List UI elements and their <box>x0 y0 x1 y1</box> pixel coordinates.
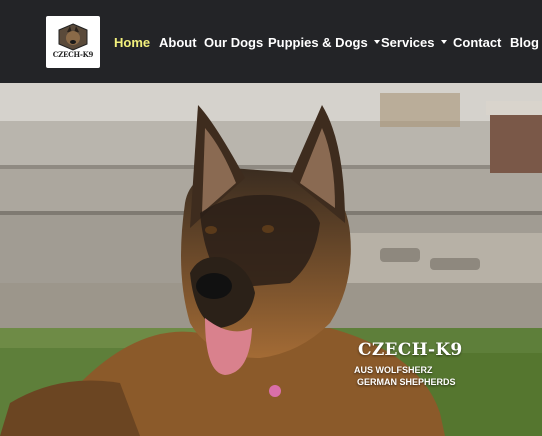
nav-contact[interactable]: Contact <box>453 35 501 51</box>
chevron-down-icon <box>373 39 380 44</box>
hero-banner: CZECH-K9 AUS WOLFSHERZ GERMAN SHEPHERDS <box>0 83 542 436</box>
nav-services-label: Services <box>381 35 435 50</box>
dog-logo-icon <box>58 23 88 51</box>
top-navbar: CZECH-K9 Home About Our Dogs Puppies & D… <box>0 0 542 83</box>
hero-tagline-line1: AUS WOLFSHERZ <box>354 365 433 375</box>
nav-home[interactable]: Home <box>114 35 150 51</box>
logo-text: CZECH-K9 <box>52 50 94 59</box>
nav-services[interactable]: Services <box>381 35 447 51</box>
nav-blog[interactable]: Blog <box>510 35 539 51</box>
chevron-down-icon <box>440 39 447 44</box>
nav-our-dogs[interactable]: Our Dogs <box>204 35 263 51</box>
nav-about[interactable]: About <box>159 35 197 51</box>
german-shepherd-photo <box>0 83 542 436</box>
hero-brand: CZECH-K9 <box>358 340 463 360</box>
hero-tagline-line2: GERMAN SHEPHERDS <box>357 377 456 387</box>
site-logo[interactable]: CZECH-K9 <box>46 16 100 68</box>
nav-puppies-dogs[interactable]: Puppies & Dogs <box>268 35 380 51</box>
nav-puppies-dogs-label: Puppies & Dogs <box>268 35 368 50</box>
